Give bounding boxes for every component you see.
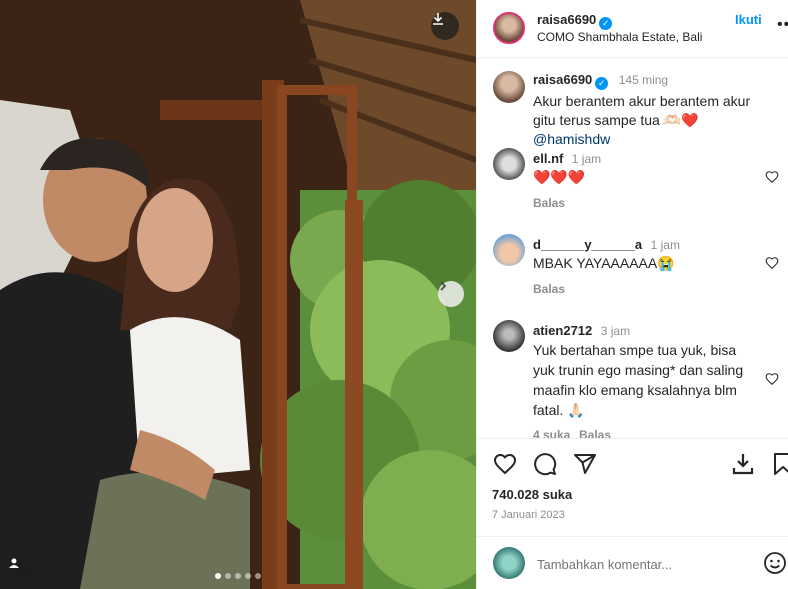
- comment-username[interactable]: ell.nf: [533, 151, 563, 166]
- like-comment-heart-icon[interactable]: [765, 170, 779, 184]
- comments-list[interactable]: raisa6690 ✓ 145 ming Akur berantem akur b…: [477, 58, 788, 438]
- download-to-device-icon[interactable]: [731, 452, 755, 476]
- post-location[interactable]: COMO Shambhala Estate, Bali: [537, 30, 702, 44]
- share-icon[interactable]: [573, 452, 597, 476]
- comment-like-count[interactable]: 4 suka: [533, 428, 570, 438]
- user-tag-icon: [9, 558, 19, 568]
- verified-badge-icon: ✓: [595, 77, 609, 90]
- download-button[interactable]: [431, 12, 459, 40]
- comment-time: 1 jam: [650, 238, 680, 252]
- comment-time: 1 jam: [571, 152, 602, 166]
- carousel-dot: [245, 573, 251, 579]
- reply-button[interactable]: Balas: [533, 282, 565, 296]
- carousel-dot: [215, 573, 221, 579]
- save-icon[interactable]: [773, 452, 788, 476]
- carousel-dot: [235, 573, 241, 579]
- caption-time: 145 ming: [618, 73, 669, 87]
- heart-icon[interactable]: [493, 452, 517, 476]
- caption-avatar[interactable]: [493, 71, 525, 103]
- follow-button[interactable]: Ikuti: [735, 12, 762, 27]
- comment-input[interactable]: [537, 557, 737, 572]
- comment-time: 3 jam: [600, 324, 631, 338]
- reply-button[interactable]: Balas: [579, 428, 611, 438]
- post-sidebar: raisa6690 ✓ COMO Shambhala Estate, Bali I…: [476, 0, 788, 589]
- post-actions: 740.028 suka 7 Januari 2023: [477, 438, 788, 588]
- comment-item: atien2712 3 jam Yuk bertahan smpe tua yu…: [477, 320, 788, 438]
- post-header: raisa6690 ✓ COMO Shambhala Estate, Bali I…: [477, 0, 788, 58]
- comment-text: Yuk bertahan smpe tua yuk, bisa yuk trun…: [533, 342, 744, 418]
- comment-icon[interactable]: [533, 452, 557, 476]
- verified-badge-icon: ✓: [599, 17, 613, 30]
- commenter-avatar[interactable]: [493, 234, 525, 266]
- carousel-dot: [255, 573, 261, 579]
- caption-text: Akur berantem akur berantem akur gitu te…: [533, 92, 773, 149]
- current-user-avatar: [493, 547, 525, 579]
- comment-text: ❤️❤️❤️: [533, 169, 586, 185]
- user-tag-button[interactable]: [8, 557, 34, 583]
- more-horizontal-icon[interactable]: •••: [777, 16, 788, 34]
- commenter-avatar[interactable]: [493, 320, 525, 352]
- post-photo: [0, 0, 476, 589]
- add-comment-bar: [477, 536, 788, 589]
- comment-text: MBAK YAYAAAAAA😭: [533, 255, 675, 271]
- comment-item: d______y______a 1 jam MBAK YAYAAAAAA😭 Ba…: [477, 234, 788, 304]
- chevron-right-icon: [440, 281, 447, 291]
- post-media[interactable]: [0, 0, 476, 589]
- caption-username[interactable]: raisa6690: [533, 72, 592, 87]
- download-icon: [433, 13, 443, 25]
- like-comment-heart-icon[interactable]: [765, 256, 779, 270]
- caption-mention[interactable]: @hamishdw: [533, 131, 610, 147]
- next-slide-button[interactable]: [438, 281, 464, 307]
- post-date: 7 Januari 2023: [492, 509, 565, 521]
- reply-button[interactable]: Balas: [533, 196, 565, 210]
- author-username[interactable]: raisa6690: [537, 12, 596, 27]
- emoji-icon[interactable]: [763, 551, 787, 575]
- carousel-indicator: [0, 573, 476, 579]
- carousel-dot: [225, 573, 231, 579]
- commenter-avatar[interactable]: [493, 148, 525, 180]
- like-count[interactable]: 740.028 suka: [492, 487, 572, 502]
- comment-username[interactable]: d______y______a: [533, 237, 642, 252]
- like-comment-heart-icon[interactable]: [765, 372, 779, 386]
- author-avatar[interactable]: [493, 12, 525, 44]
- comment-username[interactable]: atien2712: [533, 323, 592, 338]
- caption-body: Akur berantem akur berantem akur gitu te…: [533, 93, 751, 128]
- comment-item: ell.nf 1 jam ❤️❤️❤️ Balas: [477, 148, 788, 218]
